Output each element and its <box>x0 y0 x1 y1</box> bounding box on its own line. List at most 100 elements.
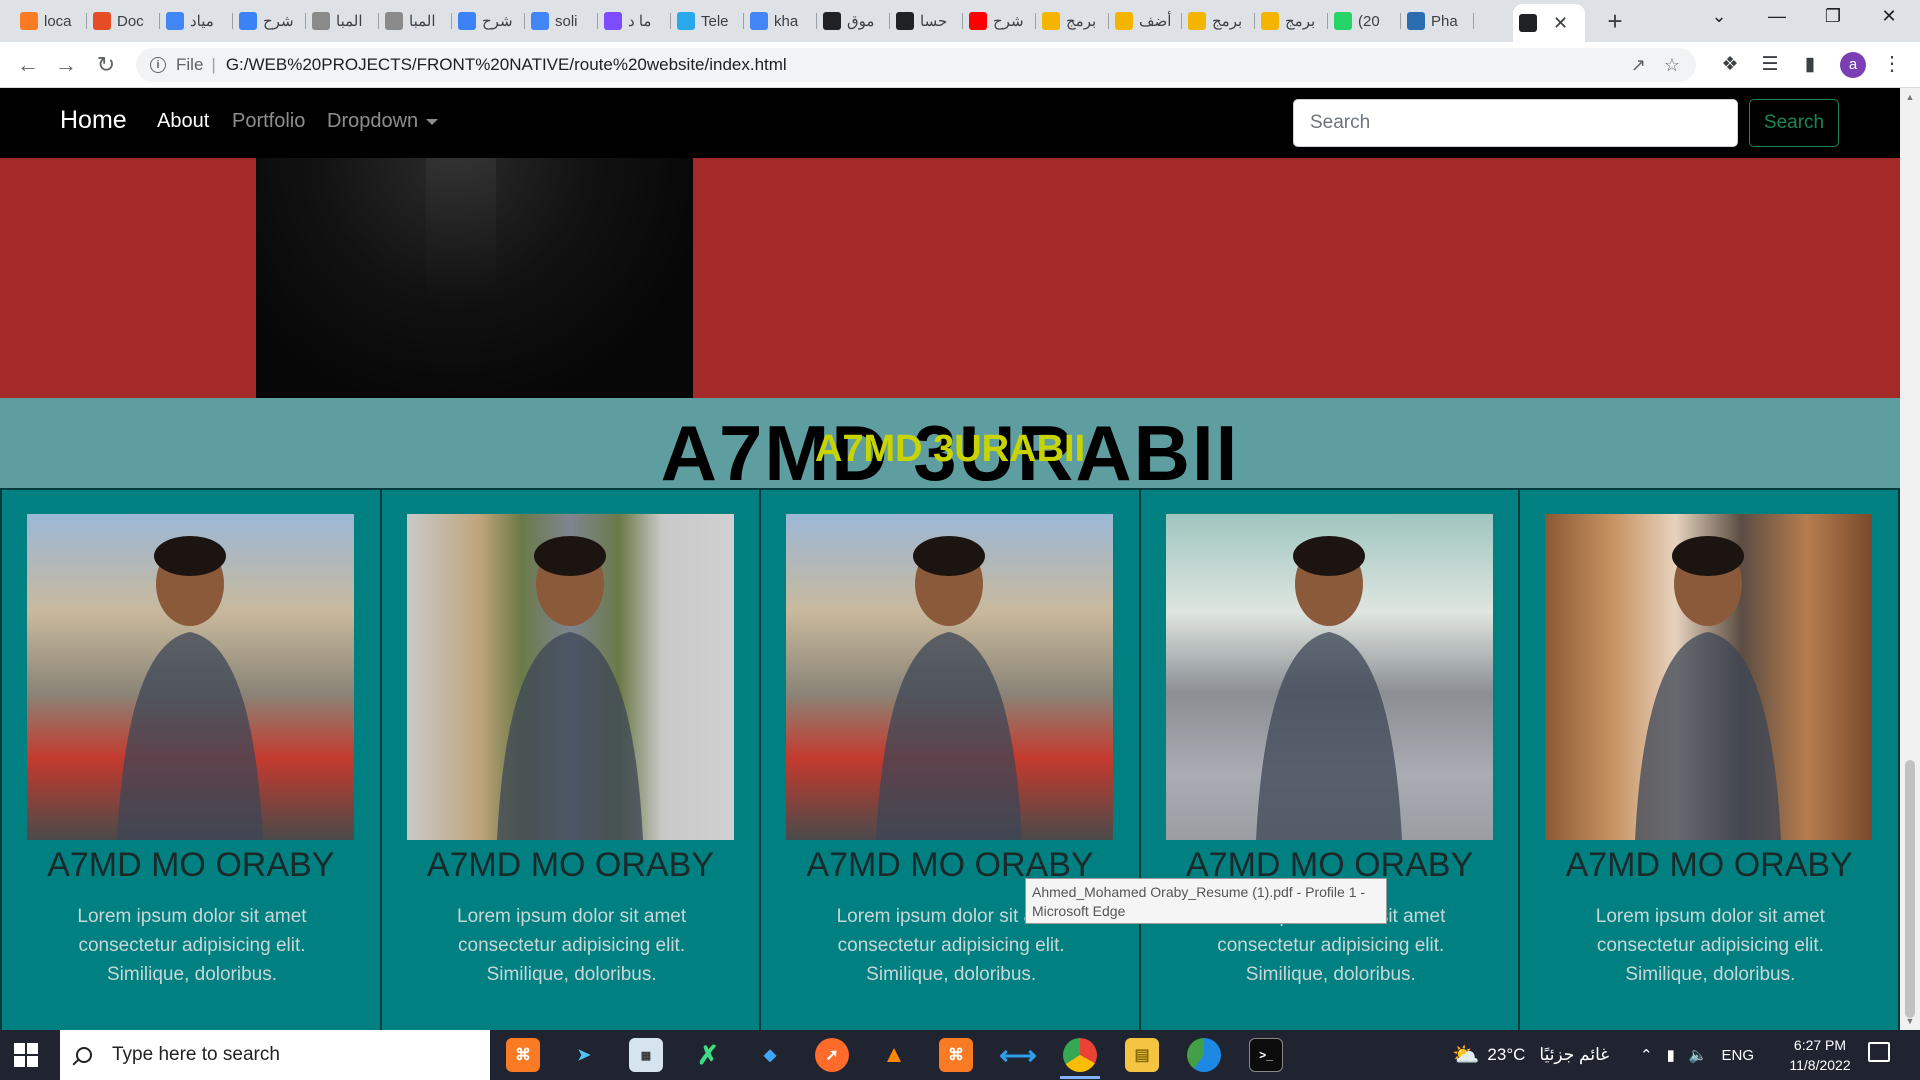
site-navbar: Home About Portfolio Dropdown Search <box>0 88 1900 158</box>
reload-icon[interactable]: ↻ <box>92 51 120 79</box>
edge-taskbar-icon[interactable] <box>1187 1038 1221 1072</box>
git-taskbar-icon[interactable]: ◆ <box>753 1038 787 1072</box>
forward-icon[interactable]: → <box>52 51 80 79</box>
language-indicator[interactable]: ENG <box>1722 1047 1755 1064</box>
browser-tab[interactable]: ✕ <box>1513 4 1585 42</box>
browser-tab[interactable]: شرح <box>963 6 1036 36</box>
lens-icon <box>1519 14 1537 32</box>
browser-tab[interactable]: soli <box>525 6 598 36</box>
file-explorer-taskbar-icon[interactable]: ▤ <box>1125 1038 1159 1072</box>
site-search-input[interactable] <box>1293 99 1738 147</box>
share-icon[interactable]: ↗ <box>1631 55 1646 76</box>
site-search-button[interactable]: Search <box>1749 99 1839 147</box>
browser-tab[interactable]: برمج <box>1182 6 1255 36</box>
browser-tab[interactable]: برمج <box>1036 6 1109 36</box>
minimize-button[interactable]: — <box>1762 6 1792 27</box>
browser-tab[interactable]: شرح <box>452 6 525 36</box>
vlc-taskbar-icon[interactable]: ▲ <box>877 1038 911 1072</box>
youtube-icon <box>969 12 987 30</box>
nav-dropdown-label: Dropdown <box>327 110 419 132</box>
url-text[interactable]: G:/WEB%20PROJECTS/FRONT%20NATIVE/route%2… <box>226 55 787 75</box>
browser-tab[interactable]: loca <box>14 6 87 36</box>
nav-dropdown-toggle[interactable]: Dropdown <box>327 110 439 133</box>
browser-tab[interactable]: المبا <box>379 6 452 36</box>
browser-tab[interactable]: شرح <box>233 6 306 36</box>
restore-button[interactable]: ❐ <box>1818 6 1848 27</box>
clock-date: 11/8/2022 <box>1789 1057 1851 1073</box>
browser-tab[interactable]: حسا <box>890 6 963 36</box>
tab-label: Tele <box>701 12 729 30</box>
page-icon <box>312 12 330 30</box>
nav-brand-home[interactable]: Home <box>60 106 127 135</box>
taskbar-search-box[interactable]: Type here to search <box>60 1030 490 1080</box>
weather-widget[interactable]: ⛅ 23°C غائم جزئيًا <box>1452 1030 1609 1080</box>
profile-description: Lorem ipsum dolor sit amet consectetur a… <box>1595 906 1825 985</box>
volume-icon[interactable]: 🔈 <box>1689 1046 1708 1064</box>
scrollbar-thumb[interactable] <box>1905 760 1915 1018</box>
battery-icon[interactable]: ▮ <box>1667 1046 1675 1064</box>
close-window-button[interactable]: ✕ <box>1874 6 1904 27</box>
browser-tab[interactable]: kha <box>744 6 817 36</box>
browser-tab[interactable]: Tele <box>671 6 744 36</box>
google-icon <box>166 12 184 30</box>
browser-tab[interactable]: Doc <box>87 6 160 36</box>
url-divider: | <box>211 55 216 74</box>
drop-icon <box>458 12 476 30</box>
url-field[interactable]: i File | G:/WEB%20PROJECTS/FRONT%20NATIV… <box>136 48 1696 82</box>
scroll-up-icon[interactable]: ▲ <box>1903 92 1917 102</box>
browser-tab[interactable]: برمج <box>1255 6 1328 36</box>
taskbar-tooltip: Ahmed_Mohamed Oraby_Resume (1).pdf - Pro… <box>1025 878 1387 924</box>
chevron-up-icon[interactable]: ⌃ <box>1640 1046 1653 1064</box>
tab-label: kha <box>774 12 799 30</box>
notification-center-icon[interactable] <box>1868 1042 1890 1062</box>
page-headline-overlay: A7MD 3URABII <box>814 428 1086 470</box>
tab-label: مياد <box>190 13 214 30</box>
powershell-taskbar-icon[interactable]: ➤ <box>567 1038 601 1072</box>
side-panel-icon[interactable]: ▮ <box>1796 51 1824 79</box>
cross-app-taskbar-icon[interactable]: ✗ <box>691 1038 725 1072</box>
xampp-taskbar-icon[interactable]: ⌘ <box>506 1038 540 1072</box>
media-control-icon[interactable]: ☰ <box>1756 51 1784 79</box>
profile-card: A7MD MO ORABY Lorem ipsum dolor sit amet … <box>381 488 762 1030</box>
scroll-down-icon[interactable]: ▼ <box>1903 1016 1917 1026</box>
browser-tab[interactable]: Pha <box>1401 6 1474 36</box>
profile-photo <box>27 514 354 840</box>
tab-label: برمج <box>1212 13 1243 30</box>
nav-link-about[interactable]: About <box>157 110 209 133</box>
calculator-taskbar-icon[interactable]: ▦ <box>629 1038 663 1072</box>
system-tray: ⌃ ▮ 🔈 ENG <box>1640 1030 1754 1080</box>
browser-tab[interactable]: مياد <box>160 6 233 36</box>
globe-icon <box>823 12 841 30</box>
chrome-taskbar-icon[interactable] <box>1063 1038 1097 1072</box>
browser-tab[interactable]: (20 <box>1328 6 1401 36</box>
browser-tab[interactable]: ما د <box>598 6 671 36</box>
browser-menu-icon[interactable]: ⋮ <box>1880 51 1904 76</box>
mastodon-icon <box>896 12 914 30</box>
extensions-icon[interactable]: ❖ <box>1716 51 1744 79</box>
omnibox-actions: ↗ ☆ <box>1631 55 1680 76</box>
url-scheme: File <box>176 55 204 74</box>
site-info-icon[interactable]: i <box>150 57 166 73</box>
profile-avatar[interactable]: a <box>1840 52 1866 78</box>
profile-photo <box>406 514 734 840</box>
profile-card: A7MD MO ORABY Lorem ipsum dolor sit amet … <box>1520 488 1900 1030</box>
compass-taskbar-icon[interactable]: ➚ <box>815 1038 849 1072</box>
browser-tab[interactable]: أضف <box>1109 6 1182 36</box>
bookmark-star-icon[interactable]: ☆ <box>1664 55 1680 76</box>
tab-strip: loca Doc مياد شرح المبا المبا شرح soli ما د Tele k… <box>0 0 1920 42</box>
nav-link-portfolio[interactable]: Portfolio <box>232 110 305 133</box>
tab-search-icon[interactable]: ⌄ <box>1704 6 1734 27</box>
windows-start-icon[interactable] <box>14 1043 38 1067</box>
browser-tab[interactable]: موق <box>817 6 890 36</box>
vscode-taskbar-icon[interactable]: ⟷ <box>999 1038 1037 1072</box>
tab-separator <box>1473 13 1474 29</box>
new-tab-button[interactable]: + <box>1600 7 1630 35</box>
drop-icon <box>239 12 257 30</box>
close-tab-icon[interactable]: ✕ <box>1553 13 1568 34</box>
back-icon[interactable]: ← <box>14 51 42 79</box>
terminal-taskbar-icon[interactable]: >_ <box>1249 1038 1283 1072</box>
browser-tab[interactable]: المبا <box>306 6 379 36</box>
clock-time: 6:27 PM <box>1793 1037 1847 1053</box>
xampp-control-taskbar-icon[interactable]: ⌘ <box>939 1038 973 1072</box>
system-clock[interactable]: 6:27 PM 11/8/2022 <box>1770 1035 1870 1075</box>
